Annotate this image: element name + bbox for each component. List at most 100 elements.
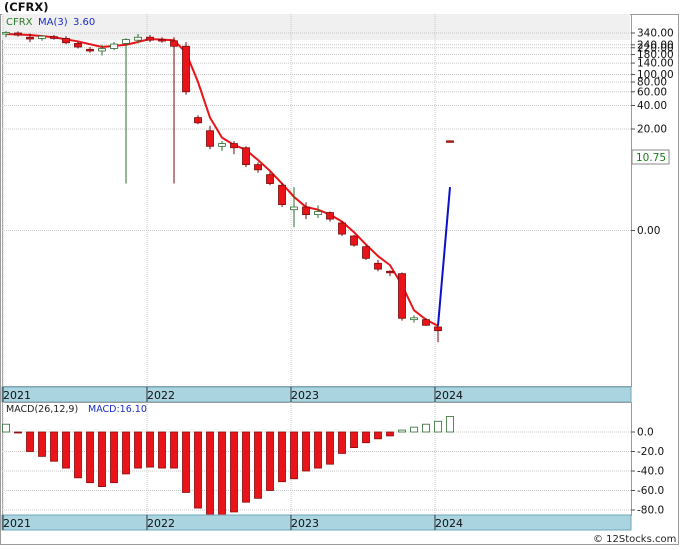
date-tick-label: 2022 (147, 517, 175, 530)
macd-tick-label: -20.0 (637, 446, 664, 458)
date-tick-label: 2022 (147, 389, 175, 402)
candle-body (362, 246, 370, 259)
chart-title: (CFRX) (4, 0, 49, 14)
macd-bar (2, 423, 10, 433)
candle-body (446, 140, 454, 143)
macd-bar (338, 431, 346, 454)
candle-body (386, 270, 394, 274)
macd-bar (278, 431, 286, 483)
candle-body (290, 206, 298, 211)
price-tick-label: 140.00 (637, 58, 674, 70)
candle-body (338, 222, 346, 235)
legend-ma-label: MA(3) (38, 17, 68, 28)
date-tick-label: 2024 (435, 389, 463, 402)
macd-tick-label: 0.0 (637, 427, 654, 439)
candle (350, 234, 358, 247)
candle-body (26, 36, 34, 40)
candle (338, 221, 346, 237)
candle (446, 140, 454, 143)
macd-legend-label: MACD(26,12,9) (6, 404, 78, 415)
macd-panel: 0.0 -20.0 -40.0 -60.0 -80.0 MACD(26,12,9) MA… (2, 402, 664, 517)
candle-body (302, 206, 310, 215)
candle-body (170, 40, 178, 47)
candle (398, 272, 406, 321)
macd-bar (290, 431, 298, 480)
price-tick-label: 60.00 (637, 86, 667, 98)
macd-bar (254, 431, 262, 499)
date-tick-label: 2023 (291, 517, 319, 530)
macd-bar (158, 431, 166, 469)
candle-body (278, 184, 286, 205)
candle-body (218, 143, 226, 147)
macd-bar (110, 431, 118, 484)
candle-body (50, 36, 58, 39)
macd-bar (434, 420, 442, 433)
macd-tick-label: -60.0 (637, 485, 664, 497)
macd-bar (14, 431, 22, 434)
candle (182, 42, 190, 95)
candle-body (242, 147, 250, 165)
macd-bar (182, 431, 190, 493)
macd-bar (122, 431, 130, 475)
candle-body (110, 43, 118, 49)
macd-bar (446, 415, 454, 433)
candle-body (194, 117, 202, 124)
macd-bar (26, 431, 34, 452)
date-tick-label: 2021 (3, 389, 31, 402)
macd-bar (218, 431, 226, 517)
candle-body (74, 43, 82, 48)
candle-body (410, 317, 418, 321)
macd-bar (266, 431, 274, 491)
macd-bar (50, 431, 58, 462)
candle (242, 146, 250, 168)
candle-body (122, 39, 130, 44)
stock-chart-svg: 340.00240.00220.00180.00140.00100.0080.0… (0, 0, 679, 545)
price-tick-label: 20.00 (637, 124, 667, 136)
candle (278, 182, 286, 208)
price-tick-label: 40.00 (637, 100, 667, 112)
candle-body (134, 36, 142, 41)
macd-bar (170, 431, 178, 469)
price-panel: 340.00240.00220.00180.00140.00100.0080.0… (2, 14, 674, 387)
candle-body (206, 130, 214, 147)
macd-bar (146, 431, 154, 468)
chart-stage: 340.00 240.00 220.00 180.00 140.00 100.00 80.0… (0, 0, 680, 546)
macd-bar (398, 429, 406, 433)
macd-bar (422, 423, 430, 433)
date-tick-label: 2024 (435, 517, 463, 530)
macd-bar (326, 431, 334, 465)
macd-bar (242, 431, 250, 503)
last-price-tag: 10.75 (631, 149, 670, 165)
candle-body (38, 35, 46, 39)
macd-bar (206, 431, 214, 516)
candle-body (266, 174, 274, 184)
price-legend: CFRX MA(3) 3.60 (6, 17, 95, 28)
date-tick-label: 2021 (3, 517, 31, 530)
footer-credit: © 12Stocks.com (593, 534, 676, 545)
macd-bar (38, 431, 46, 457)
last-price-value: 10.75 (636, 152, 666, 164)
legend-symbol: CFRX (6, 17, 33, 28)
macd-bar (362, 431, 370, 444)
macd-bar (410, 426, 418, 433)
candle-body (230, 143, 238, 149)
candle-body (98, 48, 106, 52)
macd-bar (386, 431, 394, 437)
macd-bar (62, 431, 70, 469)
candle-body (326, 212, 334, 220)
candle-body (422, 319, 430, 326)
candle-body (86, 48, 94, 52)
macd-bar (314, 431, 322, 469)
candle-body (350, 235, 358, 246)
candle-body (146, 36, 154, 41)
macd-bar (134, 431, 142, 469)
candle-body (182, 45, 190, 93)
candle-body (14, 32, 22, 36)
candle-body (254, 164, 262, 171)
macd-bar (374, 431, 382, 440)
macd-legend-value: MACD:16.10 (88, 404, 147, 415)
macd-y-axis: 0.0 -20.0 -40.0 -60.0 -80.0 (631, 427, 664, 517)
price-dense-grid-band (2, 14, 630, 40)
candle-body (62, 37, 70, 44)
macd-bar (86, 431, 94, 484)
